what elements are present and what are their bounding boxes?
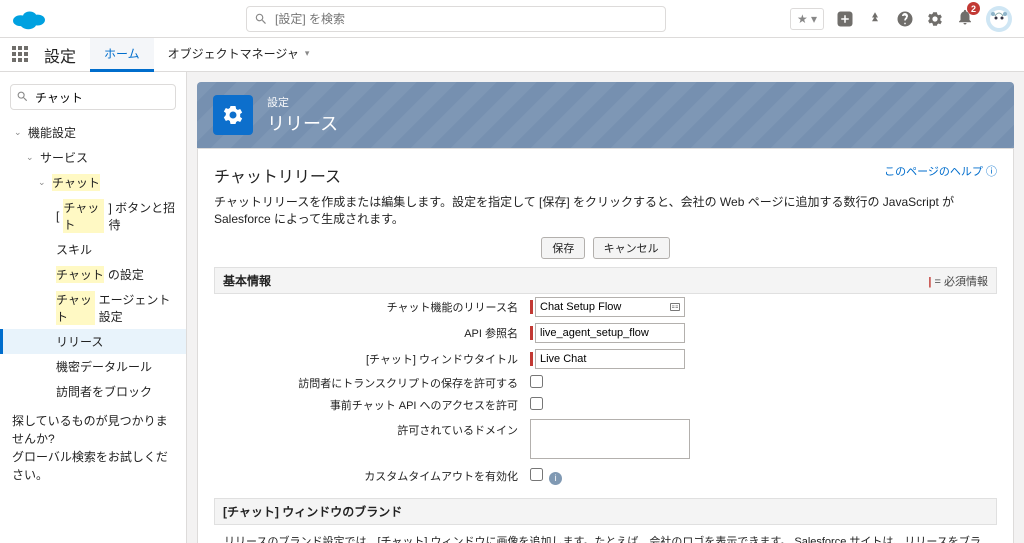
section-window-brand-title: [チャット] ウィンドウのブランド — [223, 503, 402, 520]
tree-chat-settings[interactable]: チャットの設定 — [0, 262, 186, 287]
notifications[interactable]: 2 — [956, 8, 974, 29]
tab-object-manager[interactable]: オブジェクトマネージャ ▾ — [154, 38, 324, 72]
setup-tree: ⌄機能設定 ⌄サービス ⌄チャット [チャット] ボタンと招待 スキル チャット… — [0, 120, 186, 404]
tree-label: ] ボタンと招待 — [108, 199, 176, 233]
prechat-api-label: 事前チャット API へのアクセスを許可 — [214, 394, 524, 416]
lookup-icon[interactable] — [669, 301, 681, 313]
tree-skills[interactable]: スキル — [0, 237, 186, 262]
tree-label: チャット — [56, 291, 95, 325]
tree-label: 機能設定 — [28, 124, 76, 141]
required-mark-icon — [530, 326, 533, 340]
save-button[interactable]: 保存 — [541, 237, 585, 259]
content-area: 設定 リリース このページのヘルプ チャットリリース チャットリリースを作成また… — [187, 72, 1024, 543]
settings-gear-icon[interactable] — [926, 10, 944, 28]
page-header-text: 設定 リリース — [267, 94, 338, 136]
detail-card: このページのヘルプ チャットリリース チャットリリースを作成または編集します。設… — [197, 148, 1014, 543]
page-help-link[interactable]: このページのヘルプ — [884, 163, 997, 179]
notification-badge: 2 — [967, 2, 980, 15]
app-launcher-icon[interactable] — [12, 46, 30, 64]
basic-info-form: チャット機能のリリース名 API 参照名 [チャット] ウィンドウタイトル 訪問… — [214, 294, 997, 488]
favorites-dropdown[interactable]: ★ ▾ — [790, 8, 824, 30]
quick-find-input[interactable] — [10, 84, 176, 110]
tree-label: サービス — [40, 149, 88, 166]
release-name-label: チャット機能のリリース名 — [214, 294, 524, 320]
tree-feature-settings[interactable]: ⌄機能設定 — [0, 120, 186, 145]
custom-timeout-label: カスタムタイムアウトを有効化 — [214, 465, 524, 488]
api-name-input[interactable] — [535, 323, 685, 343]
allowed-domains-textarea[interactable] — [530, 419, 690, 459]
page-title: リリース — [267, 110, 338, 136]
info-icon[interactable]: i — [549, 472, 562, 485]
search-icon — [16, 90, 29, 103]
tree-label: [ — [56, 209, 59, 223]
tree-label: チャット — [52, 174, 100, 191]
card-heading: チャットリリース — [214, 163, 997, 187]
card-description: チャットリリースを作成または編集します。設定を指定して [保存] をクリックする… — [214, 193, 997, 227]
add-icon[interactable] — [836, 10, 854, 28]
no-results-line1: 探しているものが見つかりませんか? — [12, 412, 174, 448]
transcript-checkbox[interactable] — [530, 375, 543, 388]
cancel-button[interactable]: キャンセル — [593, 237, 670, 259]
page-header-gear-icon — [213, 95, 253, 135]
page-header: 設定 リリース — [197, 82, 1014, 148]
release-name-input[interactable] — [535, 297, 685, 317]
section-basic-info-title: 基本情報 — [223, 272, 271, 289]
window-title-label: [チャット] ウィンドウタイトル — [214, 346, 524, 372]
custom-timeout-checkbox[interactable] — [530, 468, 543, 481]
tree-chat[interactable]: ⌄チャット — [0, 170, 186, 195]
help-icon[interactable] — [896, 10, 914, 28]
avatar[interactable] — [986, 6, 1012, 32]
brand-section-body: リリースのブランド設定では、[チャット] ウィンドウに画像を追加します。たとえば… — [214, 525, 997, 543]
salesforce-logo — [12, 7, 46, 31]
allowed-domains-label: 許可されているドメイン — [214, 416, 524, 465]
search-icon — [254, 12, 268, 26]
api-name-label: API 参照名 — [214, 320, 524, 346]
no-results-hint: 探しているものが見つかりませんか? グローバル検索をお試しください。 — [0, 404, 186, 492]
action-button-row: 保存 キャンセル — [214, 237, 997, 259]
global-header: ★ ▾ 2 — [0, 0, 1024, 38]
trailhead-icon[interactable] — [866, 10, 884, 28]
transcript-label: 訪問者にトランスクリプトの保存を許可する — [214, 372, 524, 394]
required-mark-icon — [530, 300, 533, 314]
brand-description: リリースのブランド設定では、[チャット] ウィンドウに画像を追加します。たとえば… — [224, 533, 987, 543]
section-basic-info: 基本情報 | = 必須情報 — [214, 267, 997, 294]
tree-label: チャット — [56, 266, 104, 283]
window-title-input[interactable] — [535, 349, 685, 369]
required-legend: | = 必須情報 — [928, 273, 988, 289]
prechat-api-checkbox[interactable] — [530, 397, 543, 410]
tree-label: の設定 — [108, 266, 144, 283]
context-bar: 設定 ホーム オブジェクトマネージャ ▾ — [0, 38, 1024, 72]
tree-chat-agent-settings[interactable]: チャットエージェント設定 — [0, 287, 186, 329]
tree-service[interactable]: ⌄サービス — [0, 145, 186, 170]
tab-object-manager-label: オブジェクトマネージャ — [168, 45, 299, 62]
section-window-brand: [チャット] ウィンドウのブランド — [214, 498, 997, 525]
header-utilities: ★ ▾ 2 — [790, 6, 1012, 32]
no-results-line2: グローバル検索をお試しください。 — [12, 448, 174, 484]
setup-sidebar: ⌄機能設定 ⌄サービス ⌄チャット [チャット] ボタンと招待 スキル チャット… — [0, 72, 187, 543]
tree-block-visitors[interactable]: 訪問者をブロック — [0, 379, 186, 404]
tree-label: エージェント設定 — [99, 291, 176, 325]
global-search-input[interactable] — [246, 6, 666, 32]
page-eyebrow: 設定 — [267, 94, 338, 110]
required-mark-icon — [530, 352, 533, 366]
tree-confidential-rules[interactable]: 機密データルール — [0, 354, 186, 379]
tree-label: チャット — [63, 199, 104, 233]
global-search-wrap — [246, 6, 666, 32]
tree-release[interactable]: リリース — [0, 329, 186, 354]
tree-chat-buttons[interactable]: [ チャット] ボタンと招待 — [0, 195, 186, 237]
tab-home[interactable]: ホーム — [90, 38, 154, 72]
app-title: 設定 — [44, 43, 76, 67]
chevron-down-icon: ▾ — [305, 48, 310, 59]
quick-find-wrap — [10, 84, 176, 110]
